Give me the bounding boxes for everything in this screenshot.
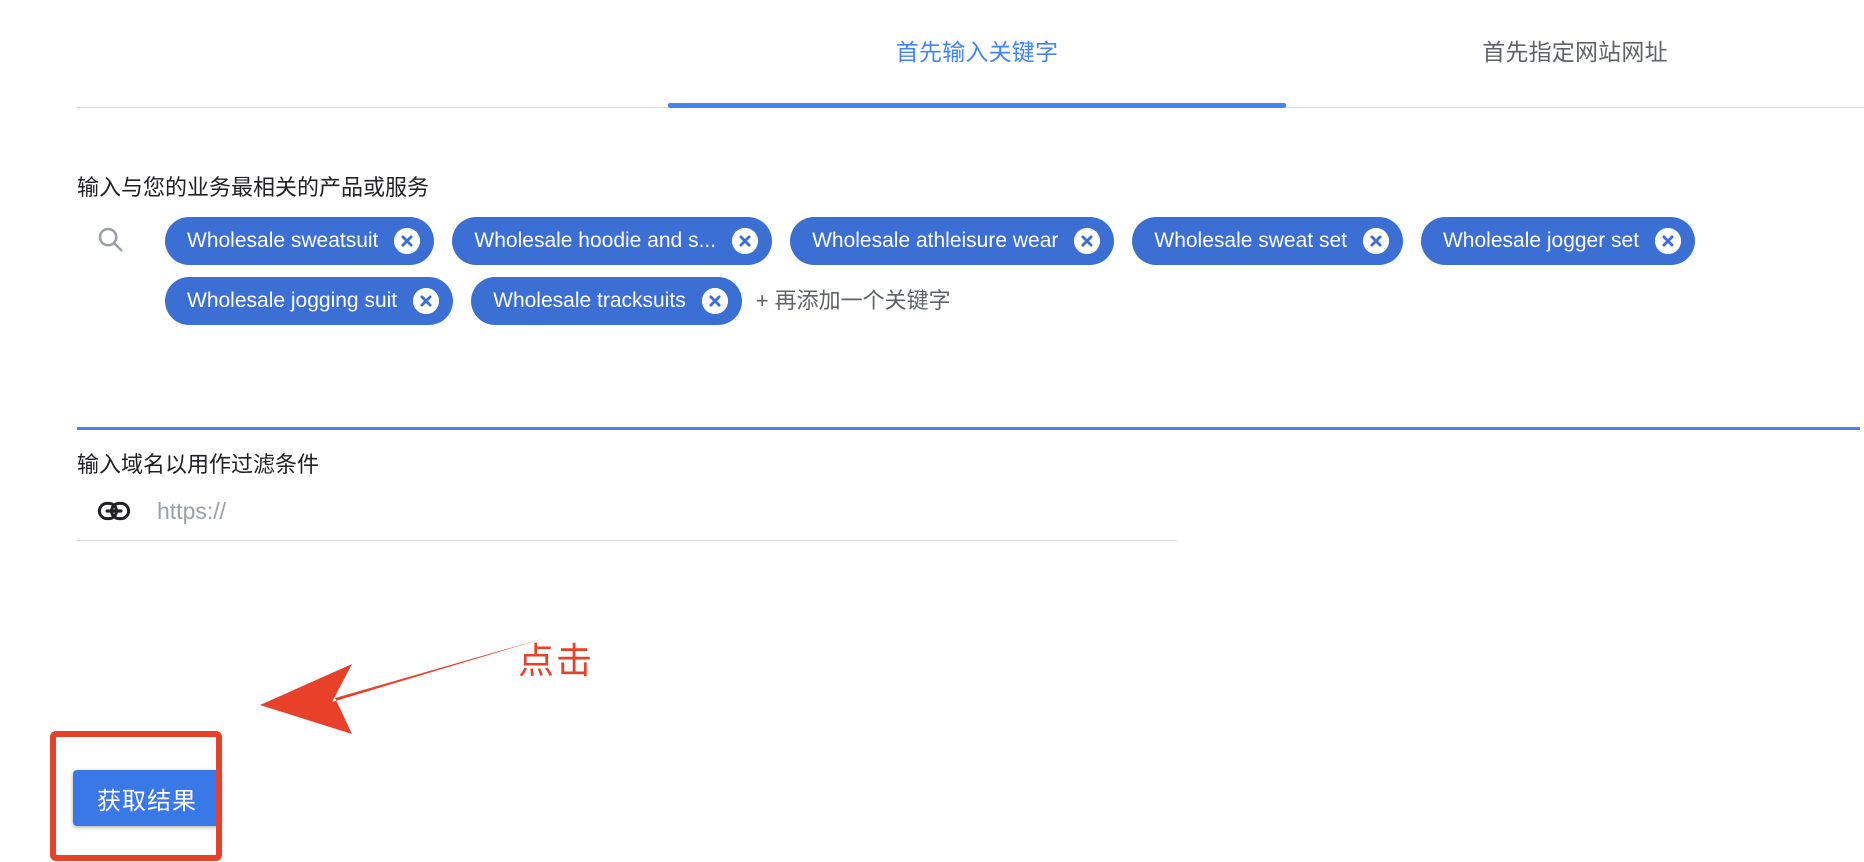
link-icon bbox=[97, 496, 131, 526]
keywords-field-underline bbox=[77, 427, 1860, 430]
tab-bar: 首先输入关键字 首先指定网站网址 bbox=[0, 0, 1864, 110]
keywords-field[interactable]: Wholesale sweatsuit Wholesale hoodie and… bbox=[77, 208, 1860, 325]
get-results-button[interactable]: 获取结果 bbox=[73, 770, 221, 826]
tab-active-indicator bbox=[668, 103, 1286, 108]
annotation-label: 点击 bbox=[518, 640, 595, 681]
annotation-arrow-icon bbox=[240, 630, 550, 750]
tab-keywords-first[interactable]: 首先输入关键字 bbox=[668, 28, 1286, 76]
keyword-chip[interactable]: Wholesale jogger set bbox=[1420, 217, 1696, 265]
keyword-chip-label: Wholesale tracksuits bbox=[493, 289, 686, 312]
add-keyword-hint[interactable]: + 再添加一个关键字 bbox=[756, 277, 951, 325]
search-icon bbox=[95, 224, 125, 254]
keyword-chip-label: Wholesale hoodie and s... bbox=[474, 229, 717, 252]
keywords-label: 输入与您的业务最相关的产品或服务 bbox=[77, 175, 430, 200]
keyword-chip[interactable]: Wholesale sweat set bbox=[1132, 217, 1403, 265]
remove-keyword-icon[interactable] bbox=[732, 228, 759, 254]
domain-field-underline bbox=[77, 540, 1177, 541]
remove-keyword-icon[interactable] bbox=[1362, 228, 1389, 254]
remove-keyword-icon[interactable] bbox=[1074, 228, 1101, 254]
keyword-chip[interactable]: Wholesale jogging suit bbox=[165, 277, 454, 325]
remove-keyword-icon[interactable] bbox=[394, 228, 421, 254]
remove-keyword-icon[interactable] bbox=[701, 288, 728, 314]
domain-input[interactable] bbox=[157, 482, 1157, 540]
keyword-chip[interactable]: Wholesale athleisure wear bbox=[790, 217, 1115, 265]
keyword-chip-list: Wholesale sweatsuit Wholesale hoodie and… bbox=[165, 208, 1860, 325]
keyword-chip[interactable]: Wholesale sweatsuit bbox=[165, 217, 435, 265]
keyword-chip[interactable]: Wholesale hoodie and s... bbox=[452, 217, 773, 265]
tab-website-first[interactable]: 首先指定网站网址 bbox=[1286, 28, 1864, 76]
domain-field[interactable] bbox=[77, 482, 1177, 540]
keyword-chip-label: Wholesale sweatsuit bbox=[187, 229, 379, 252]
keyword-chip-label: Wholesale jogger set bbox=[1442, 229, 1640, 252]
keyword-chip-label: Wholesale sweat set bbox=[1154, 229, 1347, 252]
remove-keyword-icon[interactable] bbox=[413, 288, 440, 314]
keyword-chip-label: Wholesale athleisure wear bbox=[812, 229, 1059, 252]
keyword-chip[interactable]: Wholesale tracksuits bbox=[471, 277, 742, 325]
domain-label: 输入域名以用作过滤条件 bbox=[77, 452, 320, 477]
remove-keyword-icon[interactable] bbox=[1655, 228, 1682, 254]
keyword-chip-label: Wholesale jogging suit bbox=[187, 289, 398, 312]
